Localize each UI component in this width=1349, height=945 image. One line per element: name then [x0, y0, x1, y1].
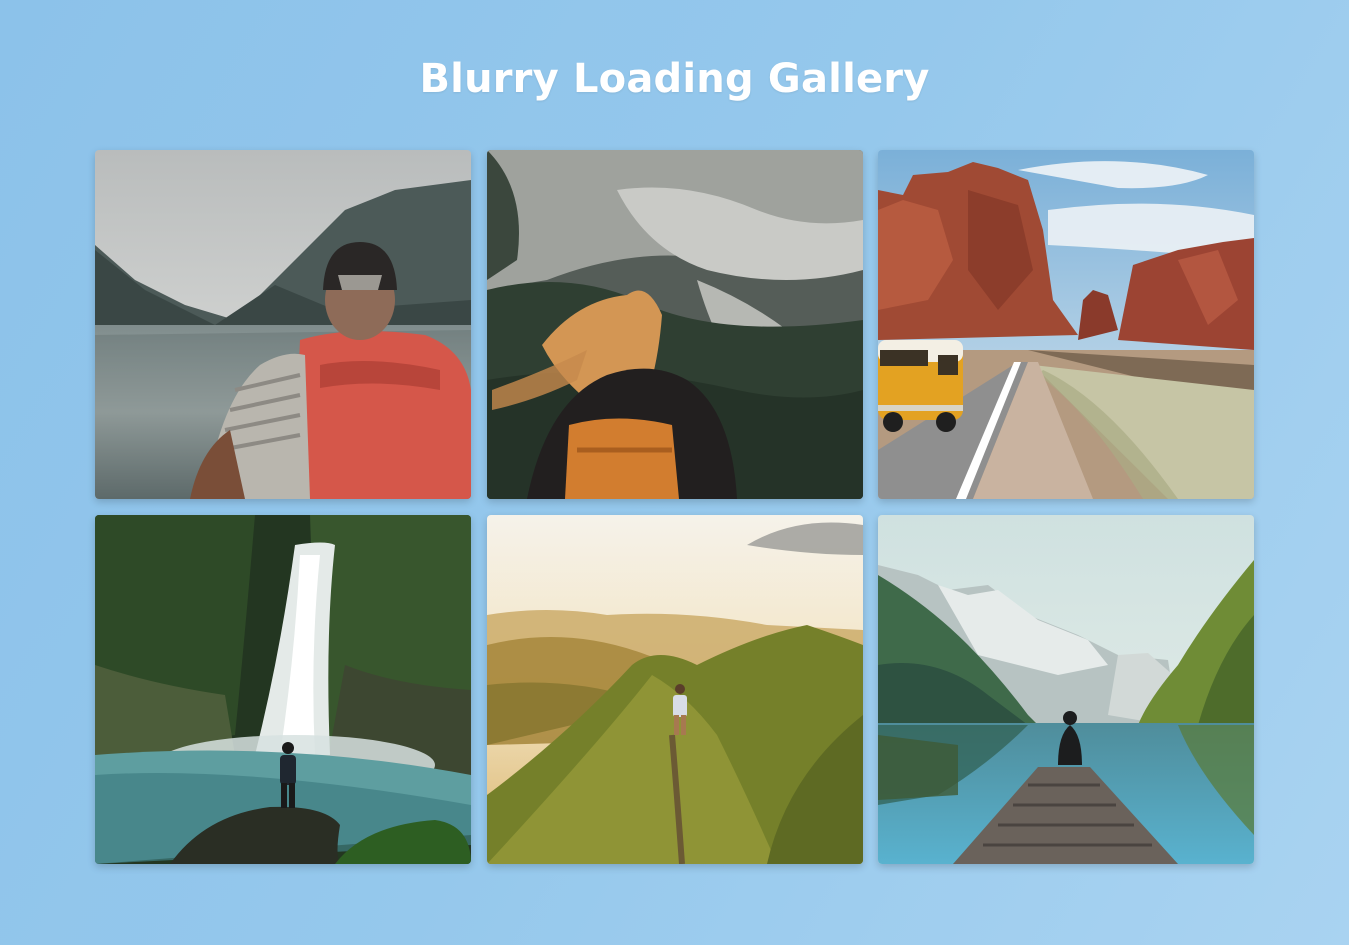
gallery-image-woman-forest[interactable] [486, 150, 863, 499]
gallery-image-desert-van[interactable] [878, 150, 1254, 499]
gallery-image-hiker-lake[interactable] [95, 150, 471, 499]
alpine-dock-photo [878, 515, 1254, 864]
woman-forest-photo [486, 150, 863, 499]
image-gallery [95, 150, 1255, 864]
page-title: Blurry Loading Gallery [419, 56, 930, 102]
waterfall-photo [95, 515, 471, 864]
gallery-image-alpine-dock[interactable] [878, 515, 1254, 864]
hiker-lake-photo [95, 150, 471, 499]
gallery-image-mountain-ridge[interactable] [486, 515, 863, 864]
desert-van-photo [878, 150, 1254, 499]
mountain-ridge-photo [486, 515, 863, 864]
gallery-image-waterfall[interactable] [95, 515, 471, 864]
